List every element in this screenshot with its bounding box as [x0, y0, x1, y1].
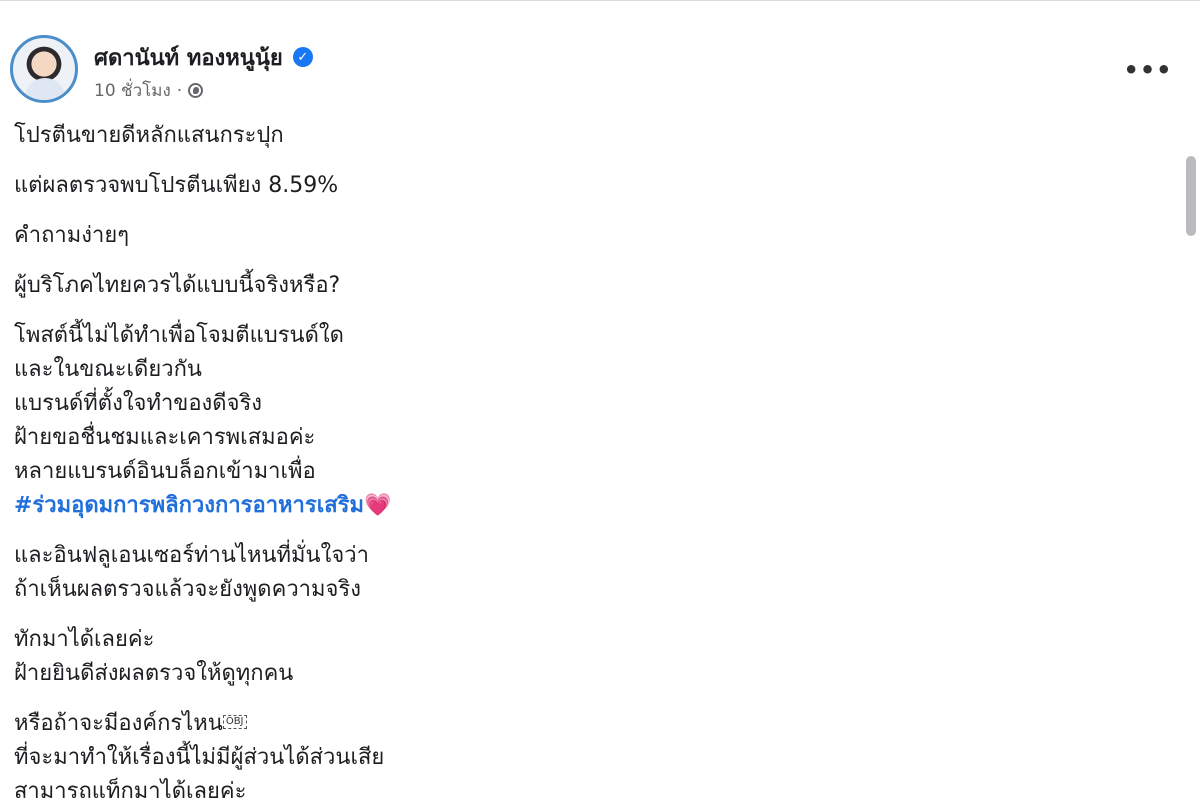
paragraph-7: ทักมาได้เลยค่ะ ฝ้ายยินดีส่งผลตรวจให้ดูทุ…: [14, 623, 1154, 691]
post-text-line: สามารถแท็กมาได้เลยค่ะ: [14, 779, 247, 802]
post-header: ศดานันท์ ทองหนูนุ้ย ✓ 10 ชั่วโมง · •••: [10, 35, 1180, 105]
paragraph-1: โปรตีนขายดีหลักแสนกระปุก: [14, 119, 1154, 153]
author-line: ศดานันท์ ทองหนูนุ้ย ✓: [94, 43, 313, 71]
paragraph-4: ผู้บริโภคไทยควรได้แบบนี้จริงหรือ?: [14, 269, 1154, 303]
post-text-line: ที่จะมาทำให้เรื่องนี้ไม่มีผู้ส่วนได้ส่วน…: [14, 745, 385, 770]
post-text-line: แต่ผลตรวจพบโปรตีนเพียง 8.59%: [14, 173, 339, 198]
heart-emoji-icon: 💗: [364, 493, 392, 518]
hashtag-line: #ร่วมอุดมการพลิกวงการอาหารเสริม💗: [14, 489, 1154, 523]
paragraph-3: คำถามง่ายๆ: [14, 219, 1154, 253]
paragraph-5: โพสต์นี้ไม่ได้ทำเพื่อโจมตีแบรนด์ใด และใน…: [14, 319, 1154, 523]
post-text-line: และอินฟลูเอนเซอร์ท่านไหนที่มั่นใจว่า: [14, 543, 369, 568]
post-text-line: โปรตีนขายดีหลักแสนกระปุก: [14, 123, 284, 148]
verified-badge-icon: ✓: [292, 47, 313, 67]
globe-icon[interactable]: [188, 83, 204, 98]
post-text-line-with-glyph: หรือถ้าจะมีองค์กรไหน OBJ: [14, 707, 1154, 741]
paragraph-8: หรือถ้าจะมีองค์กรไหน OBJ ที่จะมาทำให้เรื่…: [14, 707, 1154, 802]
scrollbar-thumb[interactable]: [1186, 156, 1196, 236]
author-name[interactable]: ศดานันท์ ทองหนูนุ้ย: [94, 40, 283, 75]
post-body: โปรตีนขายดีหลักแสนกระปุก แต่ผลตรวจพบโปรต…: [14, 119, 1154, 802]
hashtag-link[interactable]: #ร่วมอุดมการพลิกวงการอาหารเสริม: [14, 493, 364, 518]
object-placeholder-icon: OBJ: [222, 715, 247, 729]
post-text-line: แบรนด์ที่ตั้งใจทำของดีจริง: [14, 391, 263, 416]
paragraph-2: แต่ผลตรวจพบโปรตีนเพียง 8.59%: [14, 169, 1154, 203]
post-text-line: ถ้าเห็นผลตรวจแล้วจะยังพูดความจริง: [14, 577, 361, 602]
author-avatar[interactable]: [10, 35, 78, 103]
more-options-button[interactable]: •••: [1123, 55, 1171, 85]
post-text: หรือถ้าจะมีองค์กรไหน: [14, 711, 223, 736]
meta-separator: ·: [176, 80, 183, 101]
post-text-line: หลายแบรนด์อินบล็อกเข้ามาเพื่อ: [14, 459, 316, 484]
post-text-line: ทักมาได้เลยค่ะ: [14, 627, 155, 652]
post-meta: 10 ชั่วโมง ·: [94, 77, 204, 104]
post-text-line: และในขณะเดียวกัน: [14, 357, 202, 382]
post-text-line: คำถามง่ายๆ: [14, 223, 130, 248]
post-timestamp[interactable]: 10 ชั่วโมง: [94, 77, 171, 104]
post-text-line: ผู้บริโภคไทยควรได้แบบนี้จริงหรือ?: [14, 273, 341, 298]
paragraph-6: และอินฟลูเอนเซอร์ท่านไหนที่มั่นใจว่า ถ้า…: [14, 539, 1154, 607]
post-text-line: ฝ้ายขอชื่นชมและเคารพเสมอค่ะ: [14, 425, 316, 450]
post-text-line: ฝ้ายยินดีส่งผลตรวจให้ดูทุกคน: [14, 661, 294, 686]
facebook-post: ศดานันท์ ทองหนูนุ้ย ✓ 10 ชั่วโมง · ••• โ…: [0, 0, 1200, 802]
post-text-line: โพสต์นี้ไม่ได้ทำเพื่อโจมตีแบรนด์ใด: [14, 323, 344, 348]
avatar-figure: [25, 78, 65, 100]
